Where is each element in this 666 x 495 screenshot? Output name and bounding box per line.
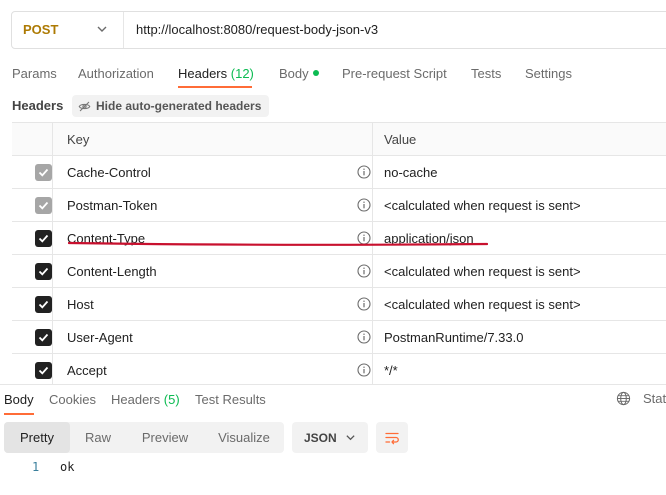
tab-params[interactable]: Params <box>12 66 57 81</box>
header-key[interactable]: Postman-Token <box>67 198 157 213</box>
request-tabs: Params Authorization Headers (12) Body P… <box>0 60 666 90</box>
header-key[interactable]: Host <box>67 297 94 312</box>
info-icon[interactable] <box>357 330 371 344</box>
column-divider <box>52 123 53 384</box>
table-header: Key Value <box>12 123 666 156</box>
url-input[interactable]: http://localhost:8080/request-body-json-… <box>136 22 378 37</box>
tab-authorization[interactable]: Authorization <box>78 66 154 81</box>
chevron-down-icon <box>97 26 107 32</box>
header-value[interactable]: */* <box>384 363 398 378</box>
check-icon <box>38 267 49 276</box>
row-checkbox[interactable] <box>35 197 52 214</box>
url-bar: POST http://localhost:8080/request-body-… <box>11 11 666 49</box>
row-checkbox[interactable] <box>35 296 52 313</box>
active-response-tab-underline <box>4 413 34 415</box>
row-checkbox[interactable] <box>35 329 52 346</box>
response-tab-body[interactable]: Body <box>4 392 34 407</box>
column-header-value: Value <box>384 132 417 147</box>
column-header-key: Key <box>67 132 90 147</box>
response-tabs: Body Cookies Headers (5) Test Results <box>0 384 666 415</box>
header-key[interactable]: User-Agent <box>67 330 133 345</box>
response-status-label: Stat <box>643 391 666 406</box>
chevron-down-icon <box>346 435 355 441</box>
tab-headers[interactable]: Headers (12) <box>178 66 254 81</box>
header-value[interactable]: <calculated when request is sent> <box>384 297 581 312</box>
row-checkbox[interactable] <box>35 230 52 247</box>
header-value[interactable]: no-cache <box>384 165 437 180</box>
view-pretty-button[interactable]: Pretty <box>4 422 70 453</box>
line-number: 1 <box>32 460 40 474</box>
wrap-lines-icon <box>385 432 399 445</box>
tab-settings[interactable]: Settings <box>525 66 572 81</box>
tab-tests[interactable]: Tests <box>471 66 501 81</box>
headers-table: Key Value Cache-Control no-cache Postman… <box>12 122 666 384</box>
view-preview-button[interactable]: Preview <box>126 422 204 453</box>
body-indicator-dot <box>312 70 319 76</box>
method-select[interactable]: POST <box>12 12 124 48</box>
method-label: POST <box>23 22 59 37</box>
table-row: Accept */* <box>12 354 666 384</box>
info-icon[interactable] <box>357 198 371 212</box>
header-key[interactable]: Accept <box>67 363 107 378</box>
column-divider <box>372 123 373 384</box>
info-icon[interactable] <box>357 264 371 278</box>
table-row: Postman-Token <calculated when request i… <box>12 189 666 222</box>
row-checkbox[interactable] <box>35 362 52 379</box>
table-row: Content-Length <calculated when request … <box>12 255 666 288</box>
check-icon <box>38 201 49 210</box>
eye-off-icon <box>78 101 91 111</box>
row-checkbox[interactable] <box>35 164 52 181</box>
view-raw-button[interactable]: Raw <box>70 422 126 453</box>
check-icon <box>38 168 49 177</box>
header-value[interactable]: <calculated when request is sent> <box>384 198 581 213</box>
format-select-value: JSON <box>304 431 337 445</box>
table-row: Cache-Control no-cache <box>12 156 666 189</box>
tab-pre-request-script[interactable]: Pre-request Script <box>342 66 447 81</box>
active-tab-underline <box>178 86 252 88</box>
view-mode-selector: Pretty Raw Preview Visualize <box>4 422 284 453</box>
header-key[interactable]: Content-Length <box>67 264 157 279</box>
headers-count-badge: (12) <box>230 66 254 81</box>
info-icon[interactable] <box>357 297 371 311</box>
info-icon[interactable] <box>357 363 371 377</box>
response-tab-cookies[interactable]: Cookies <box>49 392 96 407</box>
hide-auto-generated-headers-button[interactable]: Hide auto-generated headers <box>72 95 270 117</box>
table-row: User-Agent PostmanRuntime/7.33.0 <box>12 321 666 354</box>
response-tab-test-results[interactable]: Test Results <box>195 392 266 407</box>
check-icon <box>38 234 49 243</box>
format-select[interactable]: JSON <box>292 422 368 453</box>
red-annotation-underline <box>68 241 488 246</box>
response-body-line: ok <box>60 460 75 474</box>
view-visualize-button[interactable]: Visualize <box>204 422 284 453</box>
row-checkbox[interactable] <box>35 263 52 280</box>
info-icon[interactable] <box>357 165 371 179</box>
check-icon <box>38 333 49 342</box>
tab-body[interactable]: Body <box>279 66 319 81</box>
header-value[interactable]: PostmanRuntime/7.33.0 <box>384 330 523 345</box>
wrap-lines-button[interactable] <box>376 422 408 453</box>
globe-icon[interactable] <box>616 391 631 406</box>
headers-section-label: Headers <box>12 98 64 113</box>
header-key[interactable]: Cache-Control <box>67 165 151 180</box>
response-headers-count-badge: (5) <box>163 392 180 407</box>
check-icon <box>38 366 49 375</box>
header-value[interactable]: <calculated when request is sent> <box>384 264 581 279</box>
check-icon <box>38 300 49 309</box>
table-row: Host <calculated when request is sent> <box>12 288 666 321</box>
response-tab-headers[interactable]: Headers (5) <box>111 392 180 407</box>
table-row: Content-Type application/json <box>12 222 666 255</box>
